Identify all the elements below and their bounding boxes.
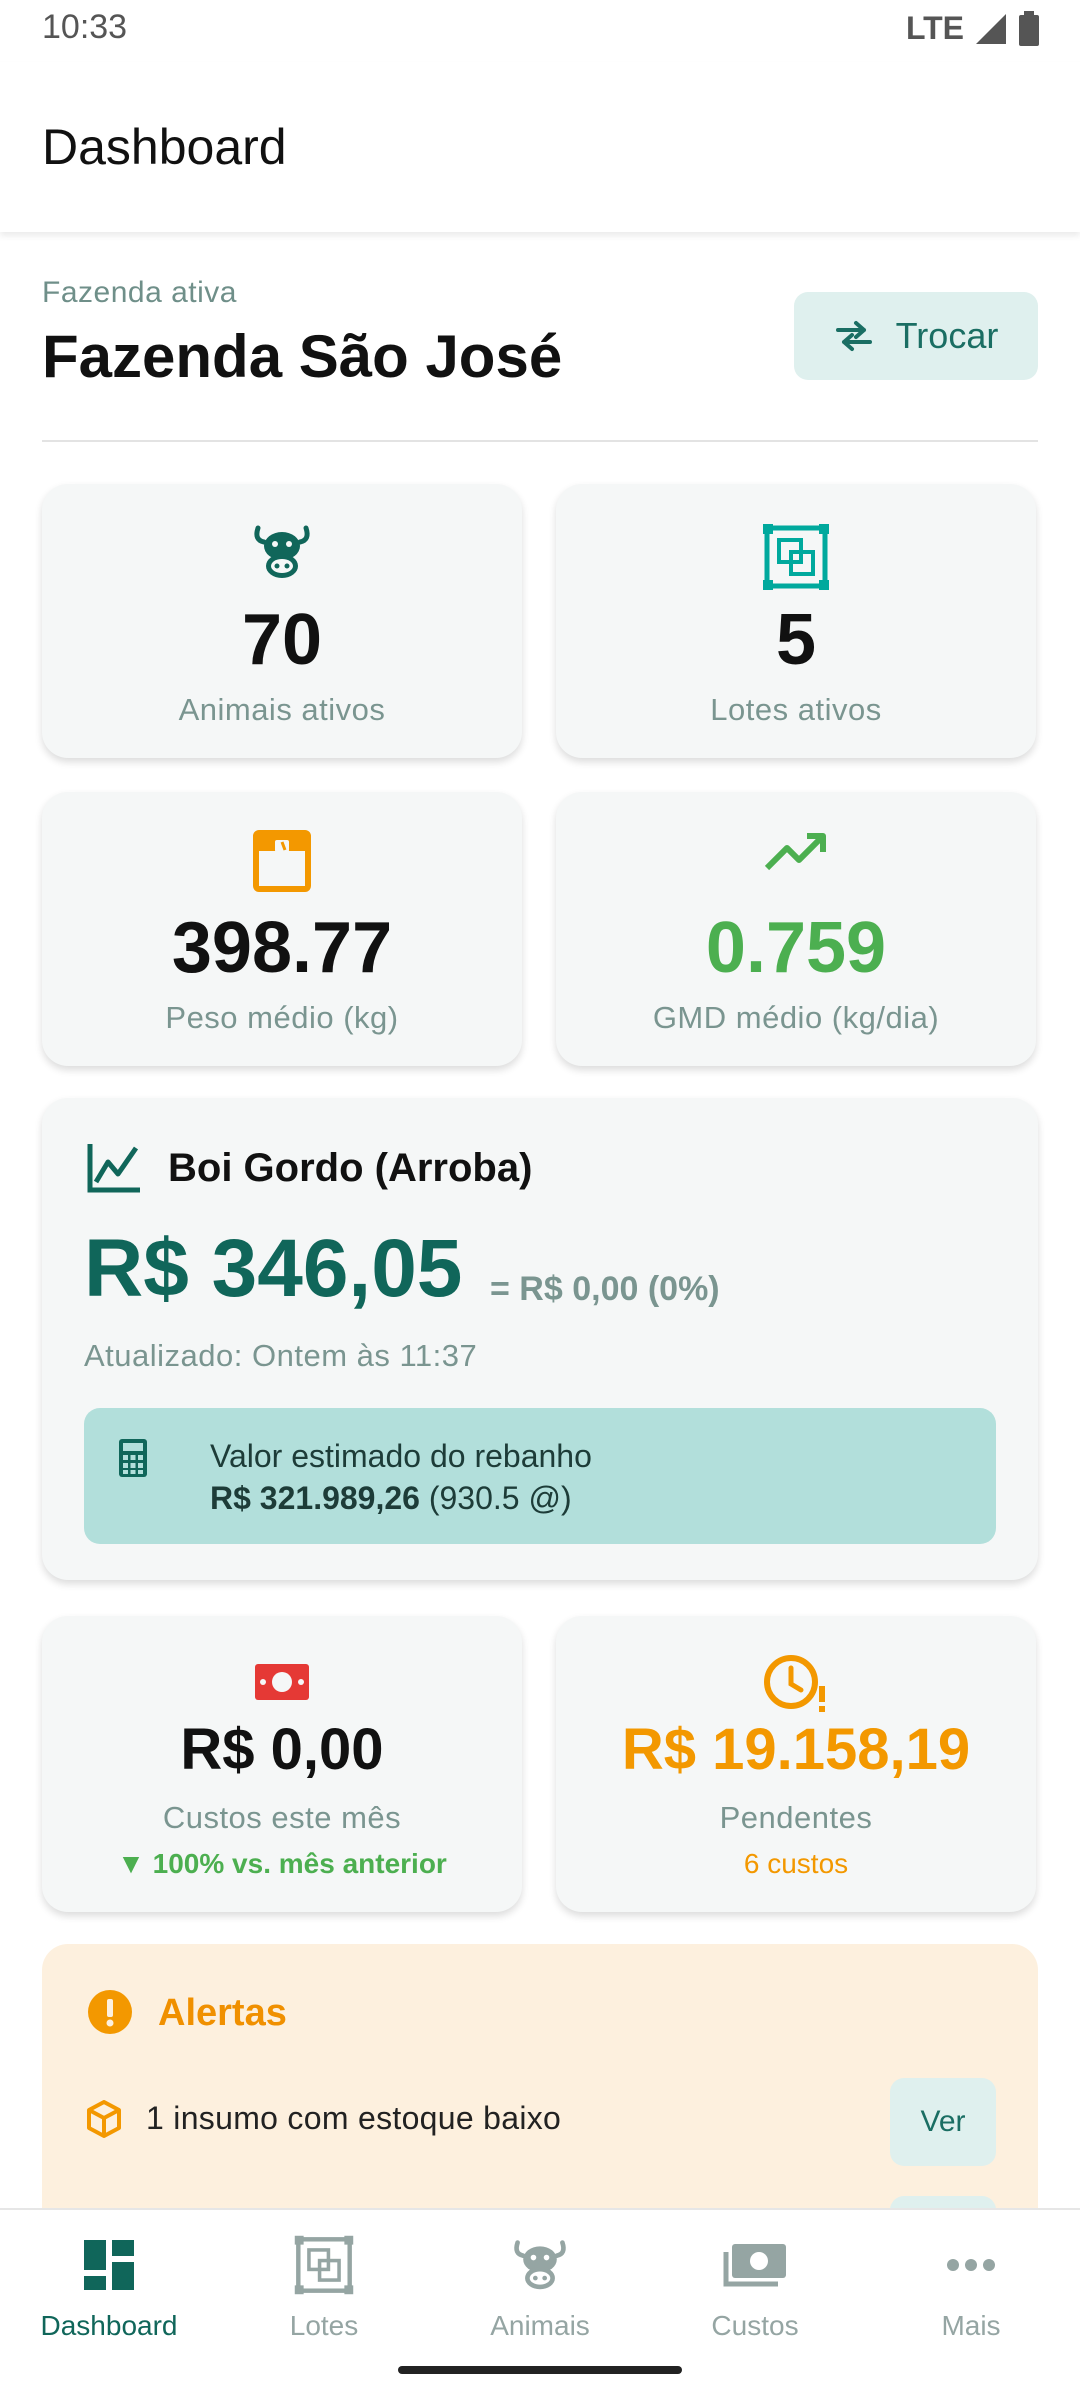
- nav-label: Animais: [490, 2310, 590, 2341]
- pending-cost-label: Pendentes: [719, 1800, 873, 1835]
- boi-gordo-title: Boi Gordo (Arroba): [168, 1146, 533, 1190]
- stat-label: Lotes ativos: [710, 692, 882, 727]
- herd-arrobas: (930.5 @): [428, 1480, 572, 1516]
- nav-label: Lotes: [289, 2310, 359, 2341]
- network-type: LTE: [905, 10, 964, 46]
- nav-label: Custos: [711, 2310, 799, 2341]
- package-icon: [87, 2100, 121, 2138]
- nav-item-dashboard[interactable]: Dashboard: [24, 2230, 194, 2360]
- nav-label: Dashboard: [40, 2310, 178, 2341]
- cost-card-month[interactable]: R$ 0,00 Custos este mês ▼ 100% vs. mês a…: [42, 1616, 522, 1912]
- alerts-title: Alertas: [158, 1992, 287, 2034]
- app-bar: Dashboard: [0, 62, 1080, 232]
- alert-item-text: 1 insumo com estoque baixo: [146, 2100, 562, 2136]
- stat-card-lots[interactable]: 5 Lotes ativos: [556, 484, 1036, 758]
- month-cost-value: R$ 0,00: [180, 1717, 384, 1782]
- boi-gordo-change: = R$ 0,00 (0%): [490, 1270, 720, 1308]
- status-time: 10:33: [42, 8, 128, 46]
- herd-value-label: Valor estimado do rebanho: [210, 1438, 592, 1474]
- money-icon: [255, 1664, 309, 1700]
- stat-label: Animais ativos: [178, 692, 386, 727]
- nav-item-animals[interactable]: Animais: [455, 2230, 625, 2360]
- boi-gordo-updated: Atualizado: Ontem às 11:37: [84, 1338, 478, 1373]
- view-alert-button-partial[interactable]: [890, 2196, 996, 2208]
- status-icons: LTE: [906, 10, 1040, 47]
- page-title: Dashboard: [42, 119, 287, 175]
- stat-value: 0.759: [705, 908, 887, 988]
- home-indicator[interactable]: [398, 2366, 682, 2374]
- clock-alert-icon: [764, 1655, 825, 1712]
- nav-item-costs[interactable]: Custos: [670, 2230, 840, 2360]
- nav-label: Mais: [941, 2310, 1001, 2341]
- more-icon: [947, 2259, 995, 2271]
- chart-line-icon: [87, 1144, 140, 1193]
- boi-gordo-card[interactable]: Boi Gordo (Arroba) R$ 346,05 = R$ 0,00 (…: [42, 1098, 1038, 1580]
- cash-icon: [723, 2244, 786, 2287]
- nav-item-lots[interactable]: Lotes: [239, 2230, 409, 2360]
- cost-card-pending[interactable]: R$ 19.158,19 Pendentes 6 custos: [556, 1616, 1036, 1912]
- cow-icon: [514, 2240, 566, 2290]
- dashboard-content[interactable]: Fazenda ativa Fazenda São José Trocar 70…: [0, 232, 1080, 2208]
- stat-card-gmd[interactable]: 0.759 GMD médio (kg/dia): [556, 792, 1036, 1066]
- signal-icon: [976, 13, 1006, 44]
- active-farm-label: Fazenda ativa: [42, 276, 237, 309]
- trending-up-icon: [764, 833, 826, 871]
- status-bar: 10:33 LTE: [0, 0, 1080, 62]
- pending-cost-count: 6 custos: [743, 1848, 849, 1879]
- switch-farm-button[interactable]: Trocar: [794, 292, 1038, 380]
- boi-gordo-price: R$ 346,05: [84, 1223, 463, 1314]
- calculator-icon: [119, 1439, 147, 1477]
- dashboard-icon: [84, 2240, 134, 2290]
- active-farm-name: Fazenda São José: [42, 323, 563, 390]
- scale-icon: [253, 830, 311, 892]
- month-cost-comparison: ▼ 100% vs. mês anterior: [117, 1848, 447, 1879]
- month-cost-label: Custos este mês: [162, 1800, 402, 1835]
- stat-card-animals[interactable]: 70 Animais ativos: [42, 484, 522, 758]
- stat-value: 398.77: [171, 908, 393, 988]
- swap-icon: [835, 321, 872, 351]
- stat-card-weight[interactable]: 398.77 Peso médio (kg): [42, 792, 522, 1066]
- stat-value: 5: [775, 600, 817, 680]
- lots-icon: [763, 524, 829, 590]
- lots-icon: [294, 2235, 354, 2295]
- stat-label: Peso médio (kg): [165, 1000, 399, 1035]
- stat-value: 70: [241, 600, 323, 680]
- herd-value-line: R$ 321.989,26 (930.5 @): [210, 1480, 572, 1517]
- stat-label: GMD médio (kg/dia): [652, 1000, 940, 1035]
- herd-value: R$ 321.989,26: [210, 1480, 420, 1516]
- battery-icon: [1019, 10, 1039, 46]
- alert-icon: [88, 1990, 132, 2034]
- divider: [42, 440, 1038, 442]
- switch-farm-label: Trocar: [895, 315, 999, 356]
- pending-cost-value: R$ 19.158,19: [621, 1717, 971, 1782]
- view-alert-button[interactable]: Ver: [890, 2078, 996, 2166]
- alerts-card: Alertas 1 insumo com estoque baixo Ver: [42, 1944, 1038, 2208]
- nav-item-more[interactable]: Mais: [886, 2230, 1056, 2360]
- herd-value-box: Valor estimado do rebanho R$ 321.989,26 …: [84, 1408, 996, 1544]
- cow-icon: [254, 525, 310, 578]
